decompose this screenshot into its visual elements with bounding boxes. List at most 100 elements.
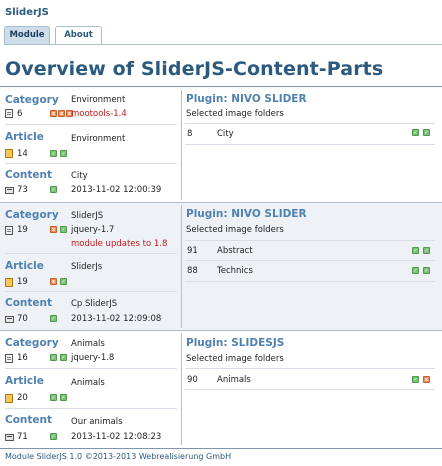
content-label: Content [5, 414, 53, 426]
unpublish-icon[interactable]: x [58, 110, 65, 117]
article-id: 19 [17, 277, 28, 287]
content-icon [5, 316, 14, 323]
category-library: jquery-1.7 [71, 225, 115, 235]
selected-folders-label: Selected image folders [186, 225, 284, 235]
plugin-heading: Plugin: NIVO SLIDER [186, 208, 307, 220]
tab-divider [4, 44, 442, 45]
selected-folders-label: Selected image folders [186, 354, 284, 364]
page-title: Overview of SliderJS-Content-Parts [5, 58, 384, 80]
folder-name: Technics [217, 266, 253, 276]
article-icon [5, 149, 13, 158]
plugin-name: NIVO SLIDER [231, 208, 307, 220]
unpublish-icon[interactable]: x [50, 110, 57, 117]
article-id: 14 [17, 149, 28, 159]
folder-id: 88 [187, 266, 198, 276]
folder-name: Animals [217, 375, 251, 385]
published-icon[interactable]: ✓ [423, 129, 430, 136]
published-icon[interactable]: ✓ [423, 247, 430, 254]
folder-name: Abstract [217, 246, 253, 256]
tab-module[interactable]: Module [4, 26, 50, 44]
plugin-name: NIVO SLIDER [231, 93, 307, 105]
category-doc-icon [5, 354, 13, 363]
folder-divider [185, 281, 435, 282]
row-divider [5, 408, 177, 409]
column-divider [181, 333, 182, 445]
folder-divider [185, 389, 435, 390]
published-icon[interactable]: ✓ [60, 150, 67, 157]
category-id: 16 [17, 353, 28, 363]
article-name: Animals [71, 378, 105, 388]
published-icon[interactable]: ✓ [50, 150, 57, 157]
category-id: 6 [17, 109, 23, 119]
published-icon[interactable]: ✓ [50, 354, 57, 361]
published-icon[interactable]: ✓ [412, 129, 419, 136]
published-icon[interactable]: ✓ [412, 267, 419, 274]
folder-id: 8 [187, 129, 193, 139]
published-icon[interactable]: ✓ [60, 394, 67, 401]
published-icon[interactable]: ✓ [412, 247, 419, 254]
published-icon[interactable]: ✓ [412, 376, 419, 383]
title-divider [0, 86, 442, 87]
column-divider [181, 205, 182, 328]
published-icon[interactable]: ✓ [50, 315, 57, 322]
category-id: 19 [17, 225, 28, 235]
plugin-name: SLIDESJS [231, 337, 285, 349]
row-divider [5, 163, 177, 164]
row-divider [5, 124, 177, 125]
category-name: Environment [71, 95, 126, 105]
folder-divider [185, 144, 435, 145]
category-doc-icon [5, 109, 13, 118]
row-divider [5, 291, 177, 292]
category-doc-icon [5, 226, 13, 235]
content-date: 2013-11-02 12:00:39 [71, 185, 162, 195]
category-label: Category [5, 94, 59, 106]
published-icon[interactable]: ✓ [50, 433, 57, 440]
folder-id: 91 [187, 246, 198, 256]
article-icon [5, 394, 13, 403]
unpublish-icon[interactable]: x [423, 376, 430, 383]
folder-divider [185, 123, 435, 124]
article-name: Environment [71, 134, 126, 144]
content-id: 70 [17, 314, 28, 324]
published-icon[interactable]: ✓ [423, 267, 430, 274]
content-date: 2013-11-02 12:09:08 [71, 314, 162, 324]
category-label: Category [5, 209, 59, 221]
row-divider [5, 253, 177, 254]
group-animals: Category Animals 16 ✓ ✓ jquery-1.8 Artic… [0, 331, 442, 447]
content-label: Content [5, 169, 53, 181]
article-name: SliderJs [71, 262, 103, 272]
footer-divider [0, 448, 442, 449]
article-label: Article [5, 375, 44, 387]
content-label: Content [5, 297, 53, 309]
app-title: SliderJS [5, 7, 49, 18]
category-library: jquery-1.8 [71, 353, 115, 363]
category-library: mootools-1.4 [71, 109, 127, 119]
category-label: Category [5, 337, 59, 349]
unpublish-icon[interactable]: x [50, 226, 57, 233]
row-divider [5, 368, 177, 369]
content-id: 73 [17, 185, 28, 195]
published-icon[interactable]: ✓ [60, 278, 67, 285]
published-icon[interactable]: ✓ [50, 394, 57, 401]
published-icon[interactable]: ✓ [60, 354, 67, 361]
selected-folders-label: Selected image folders [186, 109, 284, 119]
category-name: Animals [71, 339, 105, 349]
published-icon[interactable]: ✓ [50, 186, 57, 193]
article-label: Article [5, 131, 44, 143]
content-name: Our animals [71, 417, 123, 427]
content-icon [5, 434, 14, 441]
tab-about[interactable]: About [55, 26, 102, 44]
column-divider [181, 90, 182, 200]
content-icon [5, 187, 14, 194]
folder-name: City [217, 129, 234, 139]
group-environment: Category Environment 6 x x x mootools-1.… [0, 88, 442, 202]
footer-copyright: Module SliderJS 1.0 ©2013-2013 Webrealis… [5, 452, 232, 461]
group-sliderjs: Category SliderJS 19 x ✓ jquery-1.7 modu… [0, 203, 442, 330]
article-icon [5, 278, 13, 287]
plugin-heading: Plugin: SLIDESJS [186, 337, 285, 349]
content-name: City [71, 171, 88, 181]
content-name: Cp SliderJS [71, 299, 118, 309]
article-id: 20 [17, 393, 28, 403]
published-icon[interactable]: ✓ [60, 226, 67, 233]
unpublish-icon[interactable]: x [50, 278, 57, 285]
